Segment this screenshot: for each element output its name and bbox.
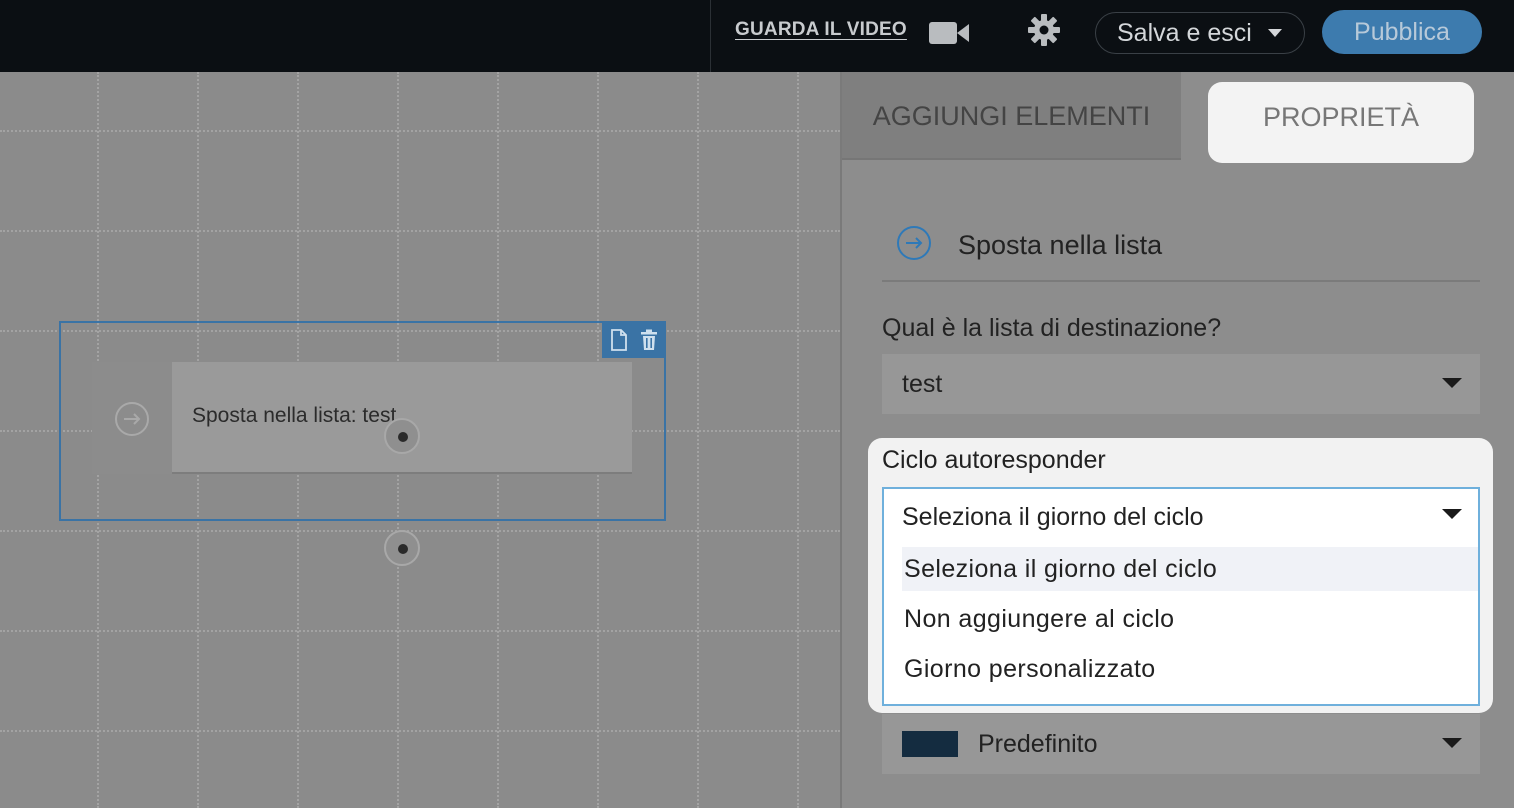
chevron-down-icon xyxy=(1442,738,1462,748)
color-value: Predefinito xyxy=(978,730,1098,758)
output-connector[interactable] xyxy=(384,530,420,566)
node-icon-box xyxy=(92,362,172,474)
save-exit-dropdown[interactable]: Salva e esci xyxy=(1095,12,1305,54)
autoresponder-option[interactable]: Seleziona il giorno del ciclo xyxy=(902,547,1478,591)
arrow-right-circle-icon xyxy=(115,402,149,436)
chevron-down-icon[interactable] xyxy=(1442,509,1462,519)
tab-properties[interactable]: PROPRIETÀ xyxy=(1208,82,1474,163)
autoresponder-option[interactable]: Giorno personalizzato xyxy=(902,647,1478,691)
copy-icon[interactable] xyxy=(609,329,629,351)
color-swatch xyxy=(902,731,958,757)
destination-list-select[interactable]: test xyxy=(882,354,1480,414)
chevron-down-icon xyxy=(1268,29,1282,37)
destination-list-label: Qual è la lista di destinazione? xyxy=(882,314,1222,342)
tab-add-elements[interactable]: AGGIUNGI ELEMENTI xyxy=(842,72,1181,160)
grid-line xyxy=(697,72,699,808)
trash-icon[interactable] xyxy=(639,329,659,351)
grid-line xyxy=(0,130,840,132)
node-label: Sposta nella lista: test xyxy=(192,404,397,427)
watch-video-link[interactable]: GUARDA IL VIDEO xyxy=(735,19,907,41)
video-camera-icon[interactable] xyxy=(928,20,970,46)
input-connector[interactable] xyxy=(384,418,420,454)
arrow-right-circle-icon xyxy=(897,226,931,260)
autoresponder-selected-value[interactable]: Seleziona il giorno del ciclo xyxy=(902,503,1204,532)
save-exit-label: Salva e esci xyxy=(1117,19,1252,47)
properties-header: Sposta nella lista xyxy=(882,220,1480,282)
top-bar: GUARDA IL VIDEO Salva e esci Pubblica xyxy=(0,0,1514,72)
color-select[interactable]: Predefinito xyxy=(882,714,1480,774)
topbar-divider xyxy=(710,0,711,72)
grid-line xyxy=(0,730,840,732)
autoresponder-select[interactable]: Seleziona il giorno del ciclo Seleziona … xyxy=(882,487,1480,706)
chevron-down-icon xyxy=(1442,378,1462,388)
grid-line xyxy=(0,630,840,632)
autoresponder-option[interactable]: Non aggiungere al ciclo xyxy=(902,597,1478,641)
node-toolbar xyxy=(602,322,665,358)
publish-button[interactable]: Pubblica xyxy=(1322,10,1482,54)
grid-line xyxy=(0,530,840,532)
properties-title: Sposta nella lista xyxy=(958,230,1163,260)
grid-line xyxy=(797,72,799,808)
grid-line xyxy=(0,230,840,232)
gear-icon[interactable] xyxy=(1027,13,1061,47)
autoresponder-label: Ciclo autoresponder xyxy=(882,446,1106,474)
destination-list-value: test xyxy=(902,370,943,398)
move-to-list-node[interactable]: Sposta nella lista: test xyxy=(92,362,632,474)
